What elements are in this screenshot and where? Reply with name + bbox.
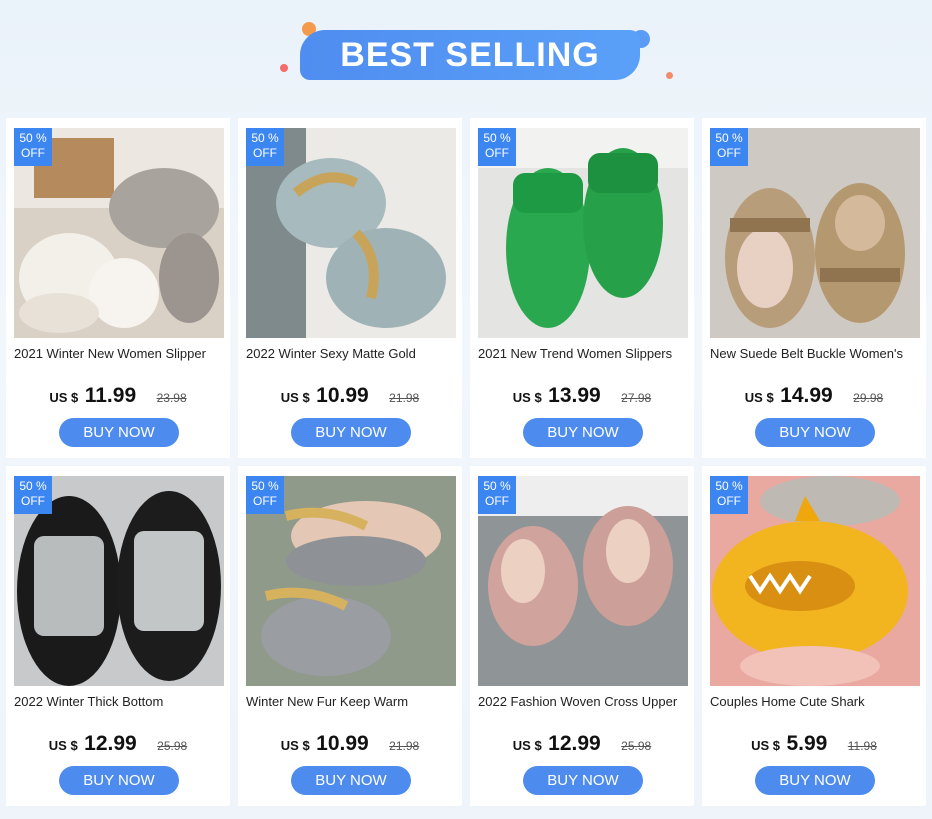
product-grid: 50 % OFF 2021 Winter New Women Slipper US… [6,118,926,806]
discount-badge: 50 % OFF [246,476,284,514]
product-name[interactable]: 2022 Winter Sexy Matte Gold [246,346,458,361]
product-card[interactable]: 50 % OFF 2021 Winter New Women Slipper US… [6,118,230,458]
product-name[interactable]: Couples Home Cute Shark [710,694,922,709]
product-card[interactable]: 50 % OFF 2021 New Trend Women Slippers US… [470,118,694,458]
buy-now-button[interactable]: BUY NOW [59,766,179,795]
product-name[interactable]: New Suede Belt Buckle Women's [710,346,922,361]
discount-badge: 50 % OFF [478,128,516,166]
price-row: US $ 10.99 21.98 [238,732,462,756]
discount-badge: 50 % OFF [246,128,284,166]
currency-label: US $ [751,738,780,753]
price-row: US $ 5.99 11.98 [702,732,926,756]
sale-price: 5.99 [786,732,828,755]
sale-price: 10.99 [316,384,369,407]
currency-label: US $ [280,390,310,405]
buy-now-button[interactable]: BUY NOW [59,418,179,447]
original-price: 21.98 [389,391,420,405]
sale-price: 12.99 [548,732,601,755]
price-row: US $ 12.99 25.98 [6,732,230,756]
product-name[interactable]: Winter New Fur Keep Warm [246,694,458,709]
discount-badge: 50 % OFF [478,476,516,514]
price-row: US $ 12.99 25.98 [470,732,694,756]
product-card[interactable]: 50 % OFF 2022 Fashion Woven Cross Upper U… [470,466,694,806]
currency-label: US $ [49,390,79,405]
product-name[interactable]: 2022 Fashion Woven Cross Upper [478,694,690,709]
product-name[interactable]: 2021 New Trend Women Slippers [478,346,690,361]
price-row: US $ 11.99 23.98 [6,384,230,408]
buy-now-button[interactable]: BUY NOW [291,418,411,447]
sale-price: 13.99 [548,384,601,407]
buy-now-button[interactable]: BUY NOW [291,766,411,795]
original-price: 11.98 [847,739,877,753]
original-price: 27.98 [621,391,652,405]
product-card[interactable]: 50 % OFF Couples Home Cute Shark US $ 5.9… [702,466,926,806]
buy-now-button[interactable]: BUY NOW [755,418,875,447]
buy-now-button[interactable]: BUY NOW [523,766,643,795]
sale-price: 10.99 [316,732,369,755]
product-name[interactable]: 2021 Winter New Women Slipper [14,346,226,361]
sale-price: 11.99 [84,384,137,407]
buy-now-button[interactable]: BUY NOW [755,766,875,795]
currency-label: US $ [512,390,542,405]
discount-badge: 50 % OFF [710,476,748,514]
discount-badge: 50 % OFF [14,128,52,166]
decor-dot [280,64,288,72]
sale-price: 12.99 [84,732,137,755]
product-card[interactable]: 50 % OFF New Suede Belt Buckle Women's US… [702,118,926,458]
price-row: US $ 10.99 21.98 [238,384,462,408]
decor-dot [666,72,673,79]
product-card[interactable]: 50 % OFF 2022 Winter Sexy Matte Gold US $… [238,118,462,458]
sale-price: 14.99 [780,384,833,407]
header: BEST SELLING [0,0,932,110]
currency-label: US $ [512,738,542,753]
buy-now-button[interactable]: BUY NOW [523,418,643,447]
price-row: US $ 13.99 27.98 [470,384,694,408]
original-price: 23.98 [156,391,187,405]
original-price: 25.98 [621,739,652,753]
discount-badge: 50 % OFF [14,476,52,514]
original-price: 21.98 [389,739,420,753]
product-card[interactable]: 50 % OFF 2022 Winter Thick Bottom US $ 12… [6,466,230,806]
price-row: US $ 14.99 29.98 [702,384,926,408]
currency-label: US $ [744,390,774,405]
product-name[interactable]: 2022 Winter Thick Bottom [14,694,226,709]
discount-badge: 50 % OFF [710,128,748,166]
original-price: 29.98 [853,391,884,405]
currency-label: US $ [48,738,78,753]
page-title: BEST SELLING [300,30,640,80]
product-card[interactable]: 50 % OFF Winter New Fur Keep Warm US $ 10… [238,466,462,806]
original-price: 25.98 [157,739,188,753]
currency-label: US $ [280,738,310,753]
